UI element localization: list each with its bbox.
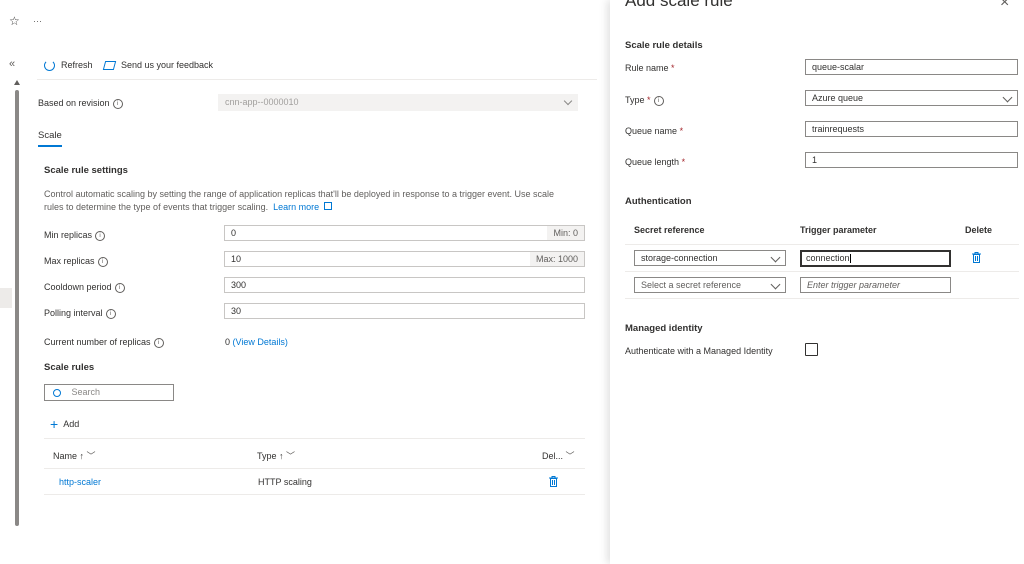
auth-row-border <box>625 271 1019 272</box>
trigger-parameter-input[interactable]: connection <box>800 250 951 267</box>
panel-title: Add scale rule <box>625 0 733 10</box>
table-row: http-scaler HTTP scaling <box>44 470 585 494</box>
authentication-title: Authentication <box>625 196 692 207</box>
rules-header-border <box>44 468 585 469</box>
chevron-down-icon <box>770 279 781 290</box>
scale-rules-search[interactable]: Search <box>44 384 174 401</box>
search-icon <box>53 388 61 397</box>
info-icon: i <box>114 282 125 293</box>
info-icon: i <box>105 308 116 319</box>
type-select[interactable]: Azure queue <box>805 90 1018 106</box>
cooldown-label: Cooldown period i <box>44 282 125 293</box>
chevron-down-icon: ﹀ <box>86 451 96 461</box>
polling-interval-input[interactable]: 30 <box>224 303 585 319</box>
new-secret-reference-select[interactable]: Select a secret reference <box>634 277 786 293</box>
tab-active-indicator <box>38 145 62 147</box>
column-header-type[interactable]: Type ↑ ﹀ <box>257 449 295 462</box>
rules-row-border <box>44 494 585 495</box>
scrollbar-thumb[interactable] <box>15 90 19 526</box>
refresh-icon <box>44 59 55 71</box>
queue-length-input[interactable]: 1 <box>805 152 1018 168</box>
polling-interval-label: Polling interval i <box>44 308 116 319</box>
collapse-panel-button[interactable]: « <box>9 58 15 70</box>
info-icon: i <box>153 337 164 348</box>
tab-scale-label: Scale <box>38 130 62 141</box>
max-replicas-suffix: Max: 1000 <box>529 252 584 266</box>
refresh-button[interactable]: Refresh <box>44 58 93 72</box>
queue-name-input[interactable]: trainrequests <box>805 121 1018 137</box>
scale-rules-title: Scale rules <box>44 362 95 373</box>
auth-new-row-border <box>625 298 1019 299</box>
current-replicas-label: Current number of replicas i <box>44 337 164 348</box>
more-options-button[interactable]: ··· <box>33 16 42 26</box>
learn-more-link[interactable]: Learn more <box>273 202 319 212</box>
rule-name-link[interactable]: http-scaler <box>59 477 101 487</box>
secret-reference-select[interactable]: storage-connection <box>634 250 786 266</box>
chevron-down-icon <box>1002 92 1013 103</box>
add-rule-button[interactable]: + Add <box>50 416 79 432</box>
rules-table-top-border <box>44 438 585 439</box>
rule-name-input[interactable]: queue-scalar <box>805 59 1018 75</box>
new-trigger-parameter-input[interactable]: Enter trigger parameter <box>800 277 951 293</box>
refresh-label: Refresh <box>61 60 93 70</box>
max-replicas-input[interactable]: 10 Max: 1000 <box>224 251 585 267</box>
column-header-name[interactable]: Name ↑ ﹀ <box>53 449 96 462</box>
toolbar-divider <box>37 79 597 80</box>
trash-icon <box>549 476 558 487</box>
max-replicas-label: Max replicas i <box>44 256 108 267</box>
managed-identity-title: Managed identity <box>625 323 703 334</box>
feedback-button[interactable]: Send us your feedback <box>102 58 214 72</box>
column-header-delete[interactable]: Del... ﹀ <box>542 449 575 462</box>
scale-settings-description: Control automatic scaling by setting the… <box>44 189 555 212</box>
rule-type: HTTP scaling <box>258 477 312 487</box>
trash-icon <box>972 252 981 263</box>
auth-header-border <box>625 244 1019 245</box>
scale-settings-title: Scale rule settings <box>44 165 128 176</box>
info-icon: i <box>112 98 123 109</box>
close-icon[interactable]: × <box>1000 0 1009 12</box>
queue-name-label: Queue name * <box>625 126 684 136</box>
info-icon: i <box>97 256 108 267</box>
auth-column-trigger: Trigger parameter <box>800 225 877 235</box>
rule-details-title: Scale rule details <box>625 40 703 51</box>
current-replicas-value: 0 (View Details) <box>225 337 288 347</box>
queue-length-label: Queue length * <box>625 157 686 167</box>
feedback-label: Send us your feedback <box>121 60 214 70</box>
info-icon: i <box>95 230 106 241</box>
type-label: Type * i <box>625 95 664 106</box>
external-link-icon <box>323 202 332 210</box>
chevron-down-icon <box>770 252 781 263</box>
delete-auth-button[interactable] <box>972 252 981 265</box>
cooldown-input[interactable]: 300 <box>224 277 585 293</box>
add-scale-rule-panel: Add scale rule × Scale rule details Rule… <box>610 0 1024 564</box>
favorite-star-icon[interactable]: ☆ <box>9 14 20 28</box>
revision-label: Based on revision i <box>38 98 123 109</box>
min-replicas-label: Min replicas i <box>44 230 106 241</box>
left-nav-highlight <box>0 288 12 308</box>
text-cursor <box>849 254 851 264</box>
delete-rule-button[interactable] <box>549 476 558 489</box>
managed-identity-checkbox[interactable] <box>805 343 818 356</box>
min-replicas-suffix: Min: 0 <box>547 226 584 240</box>
chevron-down-icon: ﹀ <box>565 451 575 461</box>
min-replicas-input[interactable]: 0 Min: 0 <box>224 225 585 241</box>
rule-name-label: Rule name * <box>625 63 675 73</box>
auth-column-secret: Secret reference <box>634 225 705 235</box>
view-details-link[interactable]: (View Details) <box>233 337 288 347</box>
auth-column-delete: Delete <box>965 225 993 235</box>
add-icon: + <box>50 416 59 432</box>
scrollbar-up-arrow[interactable] <box>14 80 20 85</box>
revision-select[interactable]: cnn-app--0000010 <box>218 94 578 111</box>
chevron-down-icon: ﹀ <box>286 451 296 461</box>
feedback-icon <box>102 60 117 70</box>
info-icon: i <box>653 95 664 106</box>
chevron-down-icon <box>563 96 573 106</box>
tab-scale[interactable]: Scale <box>38 130 62 147</box>
managed-identity-label: Authenticate with a Managed Identity <box>625 346 773 356</box>
